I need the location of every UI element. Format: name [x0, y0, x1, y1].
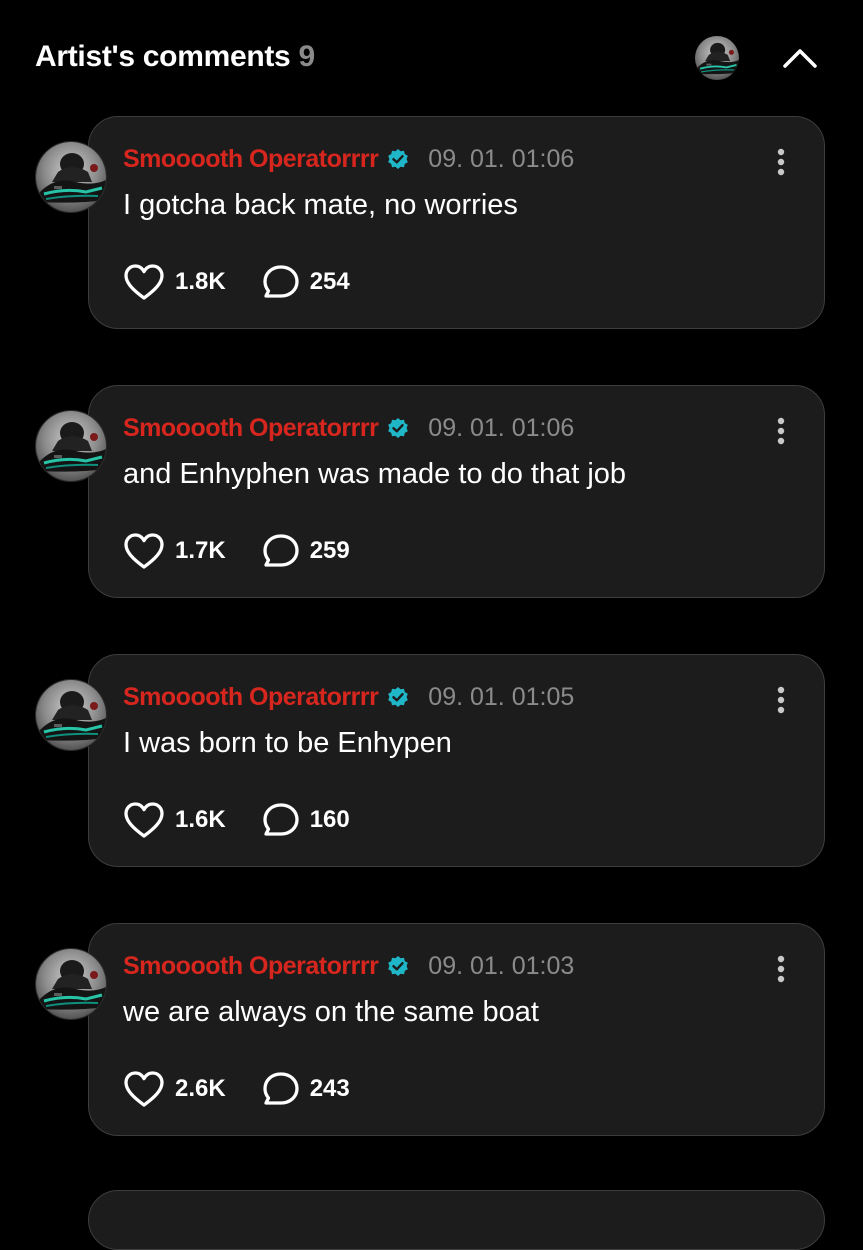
avatar[interactable] [35, 948, 107, 1020]
comments-header: Artist's comments 9 [0, 0, 863, 118]
more-options-button[interactable] [766, 952, 796, 986]
artist-avatar[interactable] [695, 36, 739, 80]
avatar[interactable] [35, 410, 107, 482]
comment-meta: Smooooth Operatorrrr 09. 01. 01:06 [123, 414, 574, 443]
comment-bubble-icon [263, 1072, 299, 1105]
comment-count: 9 [298, 40, 315, 73]
comment-meta: Smooooth Operatorrrr 09. 01. 01:06 [123, 145, 574, 174]
verified-badge-icon [388, 148, 409, 169]
reply-button[interactable]: 254 [262, 264, 350, 300]
reply-count: 243 [309, 1075, 350, 1102]
comment-card: Smooooth Operatorrrr 09. 01. 01:06 I got… [88, 116, 825, 329]
like-count: 1.8K [175, 268, 226, 295]
like-count: 2.6K [175, 1075, 226, 1102]
heart-icon [124, 264, 164, 300]
more-options-button[interactable] [766, 414, 796, 448]
comment-item: Smooooth Operatorrrr 09. 01. 01:06 and E… [0, 385, 863, 601]
comment-item: Smooooth Operatorrrr 09. 01. 01:06 I got… [0, 116, 863, 332]
avatar[interactable] [35, 679, 107, 751]
comment-card: Smooooth Operatorrrr 09. 01. 01:05 I was… [88, 654, 825, 867]
avatar-image [36, 142, 106, 212]
reply-count: 259 [309, 537, 350, 564]
collapse-button[interactable] [778, 38, 822, 78]
author-name[interactable]: Smooooth Operatorrrr [123, 683, 379, 712]
section-title-text: Artist's comments [35, 40, 291, 73]
heart-icon [124, 802, 164, 838]
section-title: Artist's comments 9 [35, 40, 315, 74]
comment-actions: 1.8K 254 [123, 263, 350, 301]
comment-text: and Enhyphen was made to do that job [123, 458, 627, 490]
avatar-image [36, 411, 106, 481]
comment-meta: Smooooth Operatorrrr 09. 01. 01:05 [123, 683, 574, 712]
comment-time: 09. 01. 01:03 [428, 952, 575, 980]
avatar-image [36, 949, 106, 1019]
author-name[interactable]: Smooooth Operatorrrr [123, 952, 379, 981]
reply-button[interactable]: 259 [262, 533, 350, 569]
author-name[interactable]: Smooooth Operatorrrr [123, 414, 379, 443]
avatar[interactable] [35, 141, 107, 213]
comment-actions: 1.6K 160 [123, 801, 350, 839]
verified-badge-icon [388, 955, 409, 976]
author-name[interactable]: Smooooth Operatorrrr [123, 145, 379, 174]
heart-icon [124, 1071, 164, 1107]
comment-card-partial [88, 1190, 825, 1250]
verified-badge-icon [388, 686, 409, 707]
like-count: 1.6K [175, 806, 226, 833]
comment-bubble-icon [263, 265, 299, 298]
reply-count: 160 [309, 806, 350, 833]
comment-actions: 2.6K 243 [123, 1070, 350, 1108]
chevron-up-icon [783, 49, 817, 68]
more-vertical-icon [777, 148, 785, 176]
like-button[interactable]: 1.6K [123, 801, 226, 839]
more-options-button[interactable] [766, 145, 796, 179]
like-count: 1.7K [175, 537, 226, 564]
like-button[interactable]: 1.8K [123, 263, 226, 301]
more-vertical-icon [777, 955, 785, 983]
more-options-button[interactable] [766, 683, 796, 717]
reply-count: 254 [309, 268, 350, 295]
comment-card: Smooooth Operatorrrr 09. 01. 01:03 we ar… [88, 923, 825, 1136]
comment-time: 09. 01. 01:06 [428, 414, 575, 442]
reply-button[interactable]: 243 [262, 1071, 350, 1107]
verified-badge-icon [388, 417, 409, 438]
comment-bubble-icon [263, 534, 299, 567]
comment-time: 09. 01. 01:06 [428, 145, 575, 173]
reply-button[interactable]: 160 [262, 802, 350, 838]
more-vertical-icon [777, 686, 785, 714]
avatar-image [695, 36, 739, 80]
comment-text: I was born to be Enhypen [123, 727, 452, 759]
comment-bubble-icon [263, 803, 299, 836]
comment-text: I gotcha back mate, no worries [123, 189, 518, 221]
heart-icon [124, 533, 164, 569]
comment-actions: 1.7K 259 [123, 532, 350, 570]
comment-time: 09. 01. 01:05 [428, 683, 575, 711]
comment-text: we are always on the same boat [123, 996, 539, 1028]
like-button[interactable]: 1.7K [123, 532, 226, 570]
like-button[interactable]: 2.6K [123, 1070, 226, 1108]
comment-item: Smooooth Operatorrrr 09. 01. 01:03 we ar… [0, 923, 863, 1139]
comment-meta: Smooooth Operatorrrr 09. 01. 01:03 [123, 952, 574, 981]
avatar-image [36, 680, 106, 750]
comment-item: Smooooth Operatorrrr 09. 01. 01:05 I was… [0, 654, 863, 870]
more-vertical-icon [777, 417, 785, 445]
comment-card: Smooooth Operatorrrr 09. 01. 01:06 and E… [88, 385, 825, 598]
